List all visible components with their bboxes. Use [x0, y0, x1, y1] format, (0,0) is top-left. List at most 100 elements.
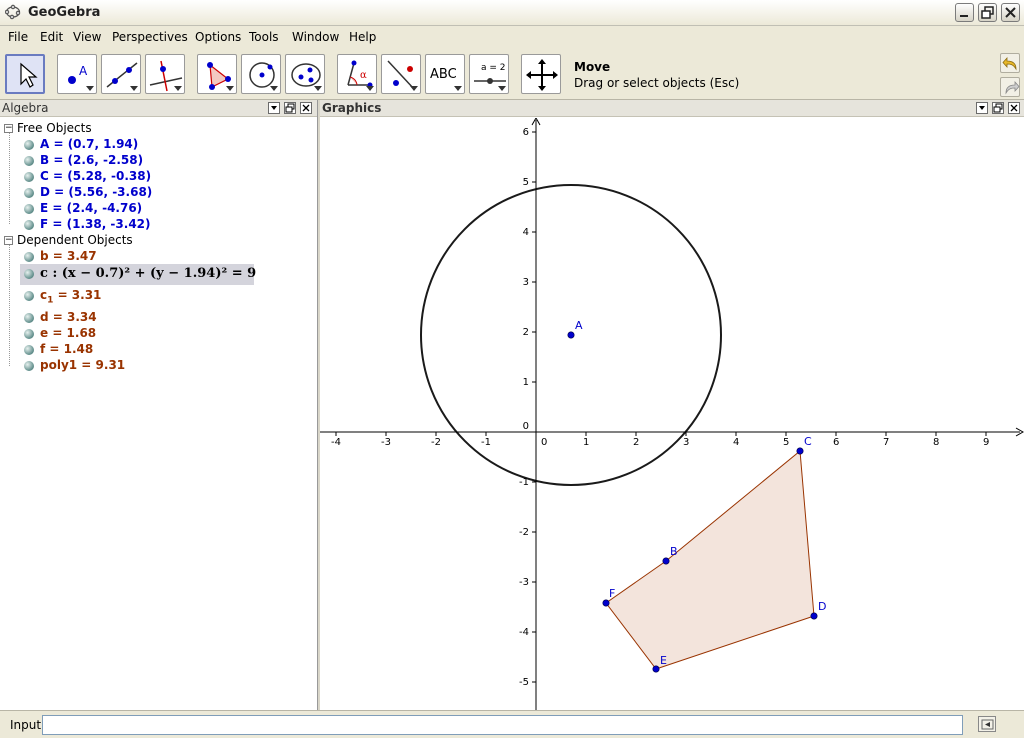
input-help-button[interactable]: [978, 716, 996, 732]
angle-tool-button[interactable]: α: [337, 54, 377, 94]
dependent-objects-node[interactable]: − Dependent Objects: [4, 233, 133, 247]
visibility-toggle-icon[interactable]: [24, 203, 34, 214]
visibility-toggle-icon[interactable]: [24, 251, 34, 262]
menu-window[interactable]: Window: [292, 30, 339, 44]
menu-view[interactable]: View: [73, 30, 101, 44]
algebra-item-D[interactable]: D = (5.56, -3.68): [24, 185, 152, 199]
algebra-close-button[interactable]: [300, 102, 312, 114]
algebra-item-c[interactable]: c : (x − 0.7)² + (y − 1.94)² = 9: [24, 266, 256, 281]
visibility-toggle-icon[interactable]: [24, 290, 34, 301]
x-tick-label: 4: [733, 437, 739, 448]
visibility-toggle-icon[interactable]: [24, 328, 34, 339]
menu-edit[interactable]: Edit: [40, 30, 63, 44]
point-label-C: C: [804, 435, 812, 448]
algebra-item-e[interactable]: e = 1.68: [24, 326, 96, 340]
visibility-toggle-icon[interactable]: [24, 344, 34, 355]
y-tick-label: 1: [523, 377, 529, 388]
algebra-item-poly1[interactable]: poly1 = 9.31: [24, 358, 125, 372]
point-B[interactable]: [662, 557, 670, 565]
algebra-menu-button[interactable]: [268, 102, 280, 114]
slider-tool-button[interactable]: a = 2: [469, 54, 509, 94]
algebra-item-E[interactable]: E = (2.4, -4.76): [24, 201, 142, 215]
graphics-undock-button[interactable]: [992, 102, 1004, 114]
algebra-item-text: poly1 = 9.31: [40, 358, 126, 372]
algebra-item-C[interactable]: C = (5.28, -0.38): [24, 169, 151, 183]
move-tool-button[interactable]: [5, 54, 45, 94]
collapse-icon[interactable]: −: [4, 124, 13, 133]
algebra-item-d[interactable]: d = 3.34: [24, 310, 97, 324]
y-tick-label: 4: [523, 227, 529, 238]
close-button[interactable]: [1001, 3, 1020, 22]
point-D[interactable]: [810, 612, 818, 620]
circle-equation: (x − 0.7)² + (y − 1.94)² = 9: [61, 266, 257, 281]
menu-options[interactable]: Options: [195, 30, 241, 44]
x-tick-label: 3: [683, 437, 689, 448]
visibility-toggle-icon[interactable]: [24, 171, 34, 182]
point-C[interactable]: [796, 447, 804, 455]
free-objects-node[interactable]: − Free Objects: [4, 121, 92, 135]
conic-tool-button[interactable]: [285, 54, 325, 94]
point-E[interactable]: [652, 665, 660, 673]
algebra-undock-button[interactable]: [284, 102, 296, 114]
visibility-toggle-icon[interactable]: [24, 155, 34, 166]
visibility-toggle-icon[interactable]: [24, 139, 34, 150]
graphics-view[interactable]: Graphics -4 -3 -2 -1 0 1 2 3 4 5 6 7 8 9…: [320, 100, 1024, 710]
polygon-poly1[interactable]: [605, 450, 815, 670]
input-bar: Input:: [0, 710, 1024, 738]
redo-button[interactable]: [1000, 77, 1020, 97]
line-tool-button[interactable]: [101, 54, 141, 94]
visibility-toggle-icon[interactable]: [24, 360, 34, 371]
menu-file[interactable]: File: [8, 30, 28, 44]
algebra-item-B[interactable]: B = (2.6, -2.58): [24, 153, 143, 167]
graphics-title: Graphics: [322, 101, 382, 115]
visibility-toggle-icon[interactable]: [24, 312, 34, 323]
point-A[interactable]: [567, 331, 575, 339]
undock-icon: [993, 103, 1003, 113]
graphics-close-button[interactable]: [1008, 102, 1020, 114]
window-title: GeoGebra: [28, 5, 101, 20]
visibility-toggle-icon[interactable]: [24, 268, 34, 279]
x-tick-label: 8: [933, 437, 939, 448]
menu-perspectives[interactable]: Perspectives: [112, 30, 188, 44]
polygon-tool-button[interactable]: [197, 54, 237, 94]
redo-icon: [1005, 80, 1020, 95]
y-tick-label: 0: [523, 421, 529, 432]
visibility-toggle-icon[interactable]: [24, 219, 34, 230]
close-icon: [1005, 7, 1016, 18]
geogebra-icon: [5, 4, 21, 20]
reflect-tool-button[interactable]: [381, 54, 421, 94]
algebra-item-text: E = (2.4, -4.76): [40, 201, 143, 215]
restore-icon: [981, 6, 994, 19]
tree-guide-line: [9, 244, 10, 366]
graphics-canvas[interactable]: -4 -3 -2 -1 0 1 2 3 4 5 6 7 8 9 6 5 4 3 …: [320, 118, 1024, 710]
text-tool-button[interactable]: ABC: [425, 54, 465, 94]
graphics-menu-button[interactable]: [976, 102, 988, 114]
active-tool-help: Drag or select objects (Esc): [574, 76, 740, 90]
algebra-item-A[interactable]: A = (0.7, 1.94): [24, 137, 138, 151]
menu-tools[interactable]: Tools: [249, 30, 279, 44]
visibility-toggle-icon[interactable]: [24, 187, 34, 198]
input-field[interactable]: [42, 715, 963, 735]
minimize-button[interactable]: [955, 3, 974, 22]
algebra-item-b[interactable]: b = 3.47: [24, 249, 97, 263]
circle-tool-button[interactable]: [241, 54, 281, 94]
algebra-title: Algebra: [2, 101, 49, 115]
tree-guide-line: [9, 132, 10, 224]
algebra-item-c1[interactable]: c1 = 3.31: [24, 288, 101, 305]
menu-help[interactable]: Help: [349, 30, 376, 44]
point-tool-button[interactable]: A: [57, 54, 97, 94]
point-F[interactable]: [602, 599, 610, 607]
perpendicular-line-tool-button[interactable]: [145, 54, 185, 94]
algebra-item-f[interactable]: f = 1.48: [24, 342, 93, 356]
dropdown-icon: [979, 106, 985, 110]
undo-button[interactable]: [1000, 53, 1020, 73]
algebra-item-F[interactable]: F = (1.38, -3.42): [24, 217, 151, 231]
algebra-item-text: d = 3.34: [40, 310, 97, 324]
point-label-F: F: [609, 587, 615, 600]
algebra-item-text: f = 1.48: [40, 342, 94, 356]
svg-text:α: α: [360, 70, 367, 81]
y-tick-label: 2: [523, 327, 529, 338]
move-graphics-tool-button[interactable]: [521, 54, 561, 94]
collapse-icon[interactable]: −: [4, 236, 13, 245]
maximize-button[interactable]: [978, 3, 997, 22]
